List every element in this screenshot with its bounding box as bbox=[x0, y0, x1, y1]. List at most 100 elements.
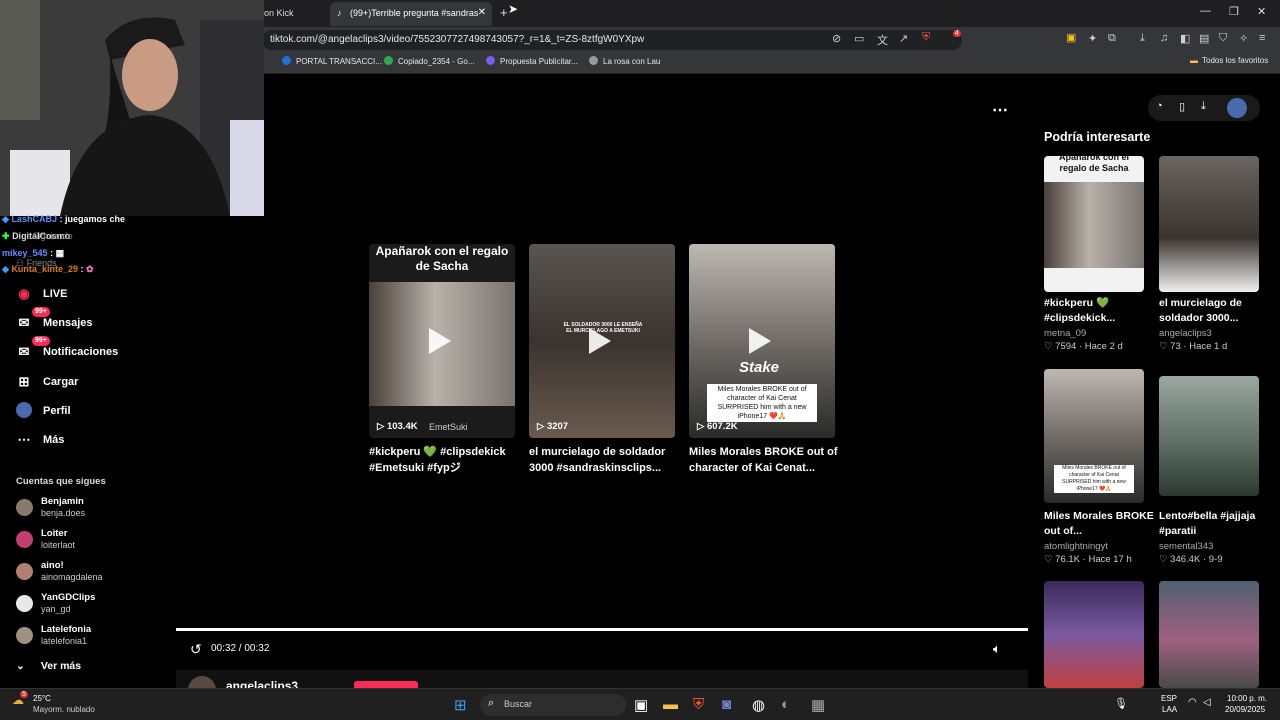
replay-icon[interactable]: ↺ bbox=[190, 641, 202, 658]
close-window-icon[interactable]: ✕ bbox=[1257, 5, 1266, 18]
tab-tiktok[interactable]: ♪ (99+)Terrible pregunta #sandras ✕ bbox=[330, 2, 492, 26]
bookmark-larosa[interactable]: La rosa con Lau bbox=[589, 56, 660, 66]
video-views: ▷ 607.2K bbox=[697, 421, 738, 432]
steam-icon[interactable]: ◐ bbox=[781, 696, 790, 713]
extensions-icon[interactable]: ✦ bbox=[1088, 32, 1097, 45]
recommend-thumb[interactable] bbox=[1159, 581, 1259, 688]
sidebar-item-more[interactable]: ⋯ Más bbox=[14, 430, 65, 450]
wallet2-icon[interactable]: ▤ bbox=[1199, 32, 1209, 45]
more-icon: ⋯ bbox=[17, 432, 31, 447]
recommend-thumb[interactable] bbox=[1044, 581, 1144, 688]
menu-icon[interactable]: ≡ bbox=[1259, 32, 1265, 44]
close-tab-icon[interactable]: ✕ bbox=[478, 2, 486, 24]
video-views: ▷ 103.4K bbox=[377, 421, 418, 432]
play-icon[interactable] bbox=[749, 328, 771, 354]
video-title[interactable]: Miles Morales BROKE out of character of … bbox=[689, 444, 849, 476]
bookmark-all-favorites[interactable]: ▬ Todos los favoritos bbox=[1190, 56, 1268, 65]
clock-date[interactable]: 20/09/2025 bbox=[1225, 705, 1265, 714]
video-card[interactable]: Stake Miles Morales BROKE out of charact… bbox=[689, 244, 835, 438]
screenshot-icon[interactable]: ⧉ bbox=[1108, 32, 1116, 45]
recommend-author[interactable]: angelaclips3 bbox=[1159, 328, 1212, 339]
post-time: Hace 2 d bbox=[1084, 341, 1123, 352]
recommend-stats: ♡ 7594 · Hace 2 d bbox=[1044, 341, 1123, 352]
share-icon[interactable]: ↗ bbox=[899, 32, 908, 45]
video-title[interactable]: #kickperu 💚 #clipsdekick #Emetsuki #fypジ bbox=[369, 444, 519, 476]
mobile-icon[interactable]: ▯ bbox=[1179, 100, 1185, 113]
video-title[interactable]: el murcielago de soldador 3000 #sandrask… bbox=[529, 444, 679, 476]
video-card[interactable]: Apañarok con el regalo de Sacha ▷ 103.4K… bbox=[369, 244, 515, 438]
tab-kick[interactable]: on Kick bbox=[264, 2, 324, 26]
bookmark-label: PORTAL TRANSACCI... bbox=[296, 57, 382, 66]
clock-time[interactable]: 10:00 p. m. bbox=[1227, 694, 1267, 703]
avatar bbox=[16, 499, 33, 516]
restore-icon[interactable]: ❐ bbox=[1229, 5, 1239, 18]
sidebar-item-profile[interactable]: Perfil bbox=[14, 401, 71, 421]
sidebar-item-notifications[interactable]: ✉ 99+ Notificaciones bbox=[14, 336, 119, 362]
recommend-author[interactable]: semental343 bbox=[1159, 541, 1213, 552]
recommend-author[interactable]: atomlightningyt bbox=[1044, 541, 1108, 552]
chat-message: ◆ Kunta_kinte_29 : ✿ bbox=[2, 264, 94, 275]
recommend-thumb[interactable]: Apañarok con el regalo de Sacha bbox=[1044, 156, 1144, 292]
vpn-icon[interactable]: ⛉ bbox=[1219, 32, 1227, 45]
taskbar-search[interactable]: ⌕ Buscar bbox=[480, 694, 626, 716]
windows-start-icon[interactable]: ⊞ bbox=[454, 696, 467, 714]
task-view-icon[interactable]: ▣ bbox=[634, 696, 648, 714]
brave-icon[interactable]: ⛨ bbox=[693, 696, 704, 713]
recommend-title-text[interactable]: el murcielago de soldador 3000... bbox=[1159, 296, 1269, 326]
author-avatar[interactable] bbox=[188, 676, 216, 688]
play-icon[interactable] bbox=[589, 328, 611, 354]
obs-icon[interactable]: ◍ bbox=[752, 696, 765, 714]
lang1[interactable]: ESP bbox=[1161, 694, 1177, 703]
new-tab-button[interactable]: + bbox=[500, 2, 508, 26]
cast-icon[interactable]: ▭ bbox=[854, 32, 864, 45]
bookmark-propuesta[interactable]: Propuesta Publicitar... bbox=[486, 56, 578, 66]
recommend-author[interactable]: metna_09 bbox=[1044, 328, 1086, 339]
user-avatar[interactable] bbox=[1227, 98, 1247, 118]
bookmark-copiado[interactable]: Copiado_2354 - Go... bbox=[384, 56, 475, 66]
recommend-thumb[interactable] bbox=[1159, 156, 1259, 292]
no-tracking-icon[interactable]: ⊘ bbox=[832, 32, 841, 45]
account-name: YanGDClips bbox=[41, 592, 96, 603]
recommend-title-text[interactable]: #kickperu 💚 #clipsdekick... bbox=[1044, 296, 1154, 326]
progress-track[interactable] bbox=[176, 628, 1028, 631]
calculator-icon[interactable]: ▦ bbox=[811, 696, 825, 714]
sidebar-item-upload[interactable]: ⊞ Cargar bbox=[14, 372, 79, 392]
post-time: Hace 1 d bbox=[1189, 341, 1228, 352]
minimize-icon[interactable]: — bbox=[1200, 5, 1211, 17]
recommend-thumb[interactable] bbox=[1159, 376, 1259, 496]
see-more-button[interactable]: ⌄ Ver más bbox=[16, 656, 81, 676]
leo-icon[interactable]: ✧ bbox=[1239, 32, 1248, 45]
speaker-icon[interactable]: ◁ bbox=[1203, 697, 1211, 708]
bookmark-label: La rosa con Lau bbox=[603, 57, 661, 66]
wallet-icon[interactable]: ▣ bbox=[1066, 31, 1076, 44]
brave-shield-icon[interactable]: ⛨ bbox=[922, 31, 930, 44]
file-explorer-icon[interactable]: ▬ bbox=[663, 696, 678, 713]
discord-icon[interactable]: ◙ bbox=[722, 696, 731, 713]
play-icon[interactable] bbox=[429, 328, 451, 354]
mic-icon[interactable]: 🎙︎ bbox=[1114, 697, 1128, 710]
video-card[interactable]: EL SOLDADOR 3000 LE ENSEÑA EL MURCIELAGO… bbox=[529, 244, 675, 438]
wifi-icon[interactable]: ◠ bbox=[1188, 697, 1197, 708]
recommend-title-text[interactable]: Miles Morales BROKE out of... bbox=[1044, 509, 1154, 539]
recommend-thumb[interactable]: Miles Morales BROKE out of character of … bbox=[1044, 369, 1144, 503]
follow-button[interactable] bbox=[354, 681, 418, 688]
more-options-icon[interactable]: ⋯ bbox=[992, 100, 1008, 120]
sidebar-item-live[interactable]: ◉ LIVE bbox=[14, 284, 67, 304]
author-name[interactable]: angelaclips3 bbox=[226, 679, 298, 688]
translate-icon[interactable]: 文 bbox=[877, 32, 888, 48]
portal-favicon-icon bbox=[282, 56, 291, 65]
sidebar-toggle-icon[interactable]: ◧ bbox=[1180, 32, 1190, 45]
music-icon[interactable]: ♫ bbox=[1160, 32, 1168, 44]
download-video-icon[interactable]: ⤓ bbox=[1201, 100, 1206, 113]
recommend-title-text[interactable]: Lento#bella #jajjaja #paratii bbox=[1159, 509, 1269, 539]
download-icon[interactable]: ⤓ bbox=[1140, 32, 1145, 45]
sidebar-item-messages[interactable]: ✉ 99+ Mensajes bbox=[14, 307, 93, 333]
speed-icon[interactable]: ◔ bbox=[1156, 100, 1163, 112]
sidebar-item-label: Notificaciones bbox=[43, 346, 119, 358]
upload-icon: ⊞ bbox=[18, 374, 30, 389]
bookmark-portal[interactable]: PORTAL TRANSACCI... bbox=[282, 56, 382, 66]
time-display: 00:32 / 00:32 bbox=[211, 643, 270, 654]
recommend-thumb-image bbox=[1044, 182, 1144, 268]
lang2[interactable]: LAA bbox=[1162, 705, 1177, 714]
volume-icon[interactable]: 🔈︎ bbox=[993, 641, 1001, 657]
